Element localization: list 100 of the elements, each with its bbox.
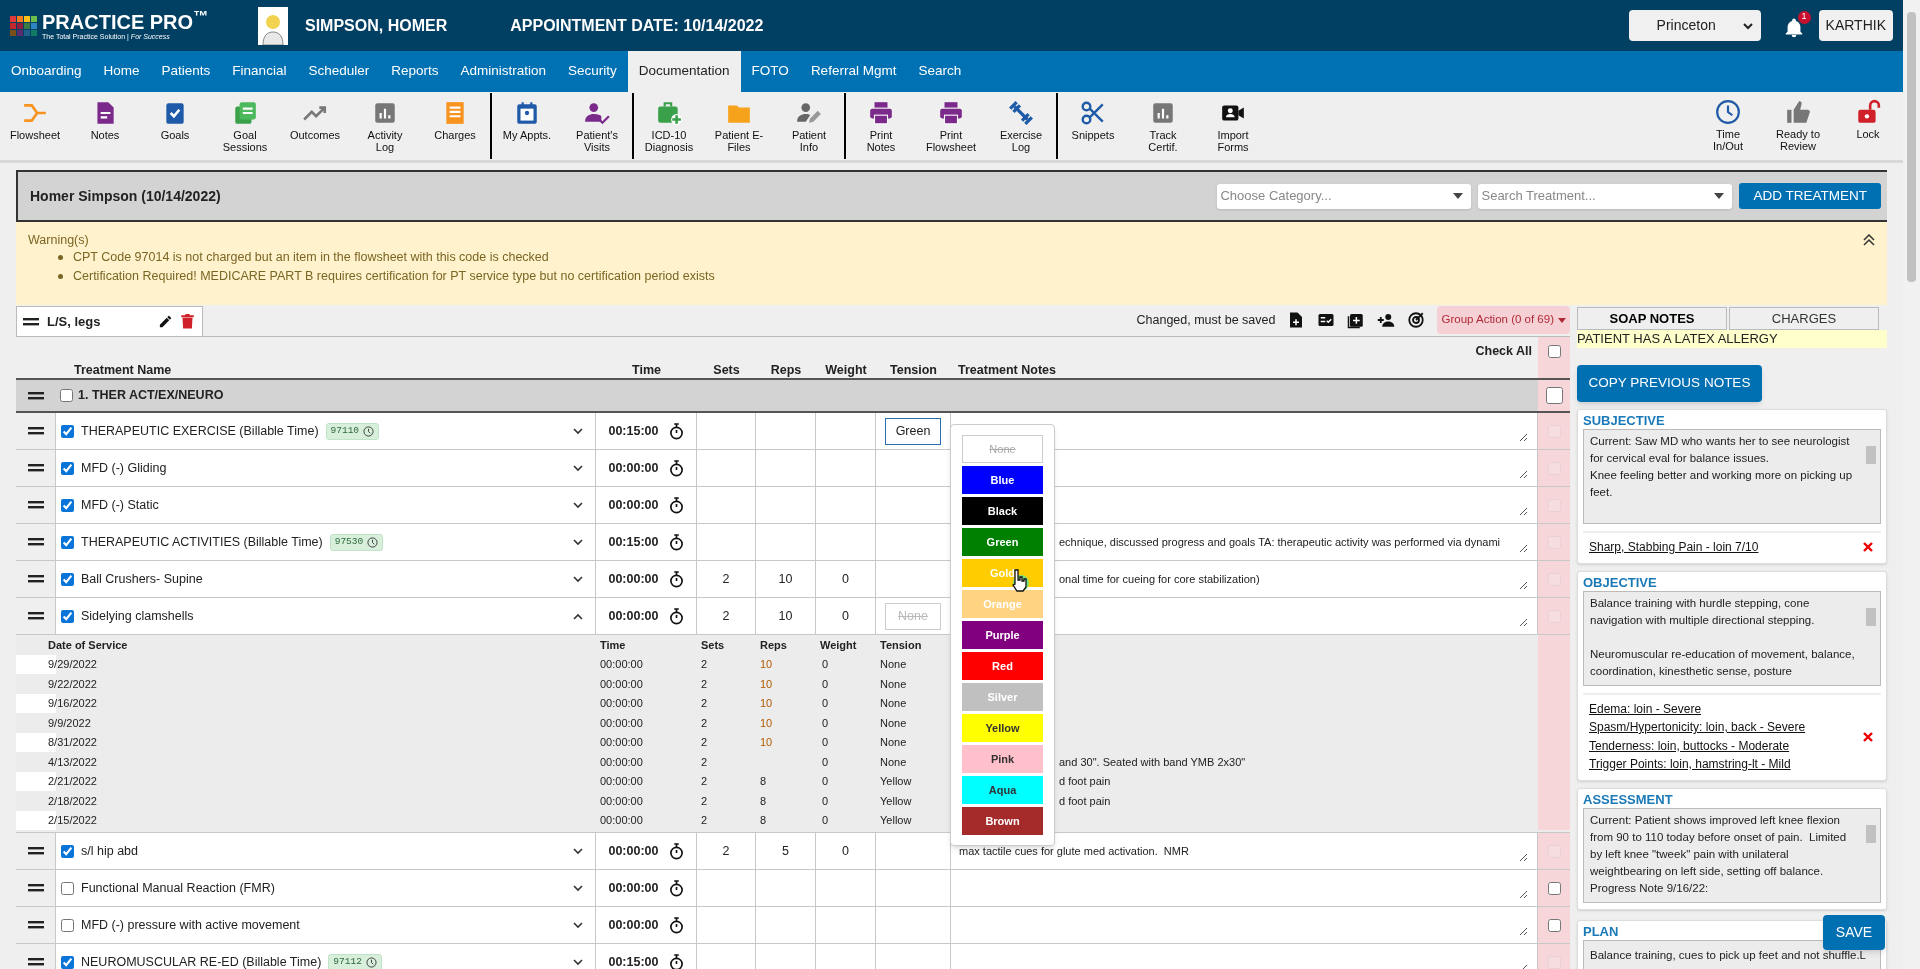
- finding-link[interactable]: Edema: loin - Severe: [1589, 699, 1863, 718]
- toolbar-button[interactable]: Print Notes: [846, 93, 916, 159]
- group-action-button[interactable]: Group Action (0 of 69): [1437, 306, 1570, 334]
- toolbar-button[interactable]: Flowsheet: [0, 93, 70, 159]
- toolbar-button[interactable]: Patient Info: [774, 93, 844, 159]
- check-all-checkbox[interactable]: [1547, 345, 1561, 358]
- toolbar-button[interactable]: Activity Log: [350, 93, 420, 159]
- finding-link[interactable]: Spasm/Hypertonicity: loin, back - Severe: [1589, 718, 1863, 737]
- finding-link[interactable]: Sharp, Stabbing Pain - loin 7/10: [1589, 538, 1863, 557]
- group-select-checkbox[interactable]: [1545, 387, 1563, 404]
- group-checkbox[interactable]: [60, 389, 73, 402]
- history-cell: 9/9/2022: [48, 716, 91, 729]
- finding-link[interactable]: Tenderness: loin, buttocks - Moderate: [1589, 736, 1863, 755]
- toolbar-button[interactable]: My Appts.: [492, 93, 562, 159]
- nav-tab[interactable]: Documentation: [627, 51, 741, 92]
- add-box-icon: [1347, 311, 1366, 329]
- nav-tab[interactable]: Reports: [380, 51, 450, 92]
- person-check-icon: [584, 100, 610, 126]
- treatment-checkbox[interactable]: [61, 535, 74, 549]
- treatment-name: THERAPEUTIC ACTIVITIES (Billable Time): [81, 533, 323, 551]
- history-cell: 00:00:00: [600, 677, 643, 690]
- notes-textarea[interactable]: Current: Saw MD who wants her to see neurologist for cervical eval for balance issues. Knee feeling better and working more on picking up feet.: [1583, 429, 1881, 524]
- toolbar-button[interactable]: Outcomes: [280, 93, 350, 159]
- user-menu-button[interactable]: KARTHIK: [1818, 10, 1893, 41]
- history-cell: None: [880, 697, 907, 709]
- notes-textarea[interactable]: Balance training with hurdle stepping, cone navigation with multiple directional stepping. Neuromuscular re-education of movement, balance, coordination, kinesthetic sense, posture: [1583, 590, 1881, 686]
- clock-icon: [363, 425, 375, 437]
- toolbar-button[interactable]: Lock: [1833, 92, 1903, 160]
- toolbar-button[interactable]: Time In/Out: [1693, 92, 1763, 160]
- color-option[interactable]: Aqua: [962, 776, 1043, 804]
- toolbar-button[interactable]: Exercise Log: [986, 93, 1056, 159]
- notes-textarea[interactable]: Current: Patient shows improved left knee flexion from 90 to 110 today before onset of pain. Limited by left knee "tweek" pain with unilateral weightbearing on left side, setting off balance. Progress Note 9/16/22:: [1583, 807, 1881, 903]
- color-option[interactable]: Pink: [962, 745, 1043, 773]
- nav-tab[interactable]: Home: [92, 51, 151, 92]
- printer-icon: [868, 100, 894, 126]
- treatment-name: MFD (-) pressure with active movement: [81, 916, 300, 934]
- category-select[interactable]: Choose Category...: [1217, 183, 1472, 209]
- toolbar-button[interactable]: Track Certif.: [1128, 93, 1198, 159]
- toolbar-button[interactable]: ICD-10 Diagnosis: [634, 93, 704, 159]
- toolbar-button[interactable]: Print Flowsheet: [916, 93, 986, 159]
- color-option[interactable]: Purple: [962, 621, 1043, 649]
- row-select-checkbox[interactable]: [1547, 918, 1561, 932]
- notes-textarea[interactable]: Balance training, cues to pick up feet and not shuffle.L: [1583, 939, 1881, 969]
- nav-tab[interactable]: Scheduler: [297, 51, 381, 92]
- history-column-header: Sets: [701, 638, 725, 651]
- copy-notes-button[interactable]: COPY PREVIOUS NOTES: [1577, 365, 1762, 402]
- nav-tab[interactable]: FOTO: [740, 51, 800, 92]
- resize-grip-icon: [1519, 853, 1528, 862]
- treatment-checkbox[interactable]: [61, 609, 74, 623]
- appointment-date: APPOINTMENT DATE: 10/14/2022: [510, 15, 764, 36]
- tension-select[interactable]: Green: [885, 417, 941, 445]
- color-option[interactable]: Brown: [962, 807, 1043, 835]
- toolbar-button[interactable]: Charges: [420, 93, 490, 159]
- toolbar-button[interactable]: Patient E- Files: [704, 93, 774, 159]
- table-cell: 0: [816, 561, 876, 597]
- nav-tab[interactable]: Administration: [449, 51, 557, 92]
- treatment-checkbox[interactable]: [61, 918, 74, 932]
- location-select[interactable]: Princeton: [1628, 10, 1761, 41]
- nav-tab[interactable]: Patients: [150, 51, 222, 92]
- treatment-checkbox[interactable]: [61, 498, 74, 512]
- toolbar-button[interactable]: Goal Sessions: [210, 93, 280, 159]
- toolbar-button[interactable]: Patient's Visits: [562, 93, 632, 159]
- treatment-checkbox[interactable]: [61, 881, 74, 895]
- nav-tab[interactable]: Referral Mgmt: [799, 51, 908, 92]
- add-treatment-button[interactable]: ADD TREATMENT: [1739, 183, 1881, 209]
- treatment-search-select[interactable]: Search Treatment...: [1478, 183, 1733, 209]
- collapse-icon: [1863, 234, 1875, 246]
- billing-code: 97112: [333, 954, 362, 969]
- toolbar-button[interactable]: Import Forms: [1198, 93, 1268, 159]
- toolbar-button[interactable]: Notes: [70, 93, 140, 159]
- color-option[interactable]: Yellow: [962, 714, 1043, 742]
- row-select-checkbox[interactable]: [1547, 881, 1561, 895]
- treatment-name: Ball Crushers- Supine: [81, 570, 203, 588]
- toolbar-button[interactable]: Goals: [140, 93, 210, 159]
- bullet-icon: [58, 274, 63, 279]
- treatment-checkbox[interactable]: [61, 844, 74, 858]
- treatment-checkbox[interactable]: [61, 955, 74, 969]
- warning-text: Certification Required! MEDICARE PART B requires certification for PT service type but no certification period exists: [73, 268, 715, 285]
- treatment-checkbox[interactable]: [61, 461, 74, 475]
- finding-link[interactable]: Trigger Points: loin, hamstring-lt - Mild: [1589, 755, 1863, 774]
- warning-title: Warning(s): [28, 232, 89, 248]
- color-option[interactable]: Red: [962, 652, 1043, 680]
- target-icon: [1407, 311, 1426, 329]
- scissors-icon: [1080, 100, 1106, 126]
- nav-tab[interactable]: Security: [557, 51, 628, 92]
- save-button[interactable]: SAVE: [1823, 915, 1885, 950]
- treatment-checkbox[interactable]: [61, 424, 74, 438]
- panel-tab[interactable]: CHARGES: [1729, 307, 1879, 330]
- color-option[interactable]: Green: [962, 528, 1043, 556]
- nav-tab[interactable]: Search: [907, 51, 973, 92]
- toolbar-button[interactable]: Snippets: [1058, 93, 1128, 159]
- color-option[interactable]: Black: [962, 497, 1043, 525]
- nav-tab[interactable]: Onboarding: [0, 51, 93, 92]
- color-option[interactable]: Blue: [962, 466, 1043, 494]
- nav-tab[interactable]: Financial: [221, 51, 298, 92]
- history-cell: 00:00:00: [600, 658, 643, 670]
- toolbar-button[interactable]: Ready to Review: [1763, 92, 1833, 160]
- section-tab[interactable]: L/S, legs: [16, 306, 203, 336]
- panel-tab[interactable]: SOAP NOTES: [1577, 307, 1727, 330]
- treatment-checkbox[interactable]: [61, 572, 74, 586]
